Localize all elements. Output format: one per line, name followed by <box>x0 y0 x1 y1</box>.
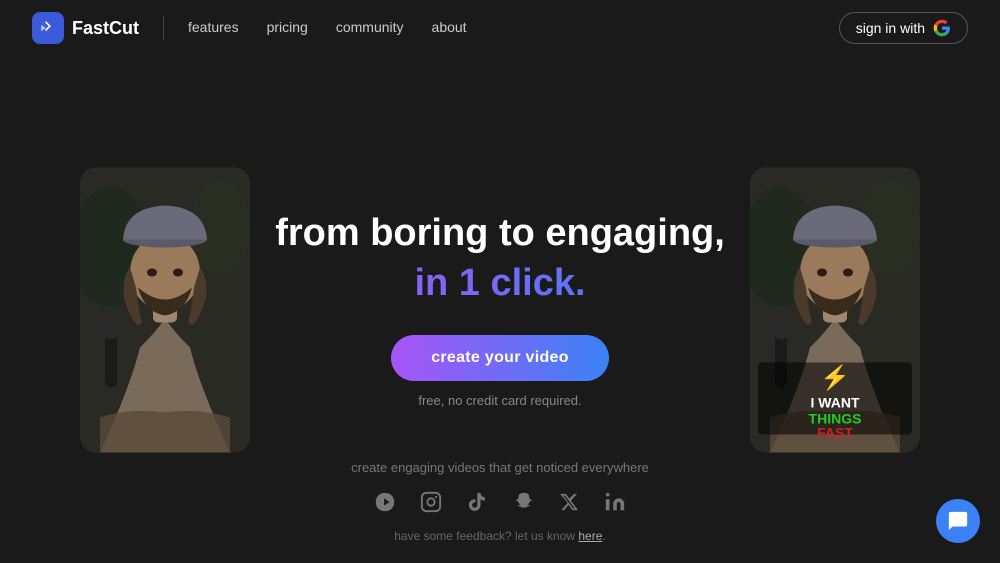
instagram-icon[interactable] <box>416 487 446 517</box>
logo-text: FastCut <box>72 18 139 39</box>
nav-pricing[interactable]: pricing <box>267 19 308 35</box>
left-video-graphic <box>80 167 250 452</box>
hero-headline: from boring to engaging, <box>275 211 725 257</box>
nav-links: features pricing community about <box>188 19 467 37</box>
nav-features[interactable]: features <box>188 19 239 35</box>
social-icons-row <box>0 487 1000 517</box>
create-video-button[interactable]: create your video <box>391 335 609 381</box>
free-label: free, no credit card required. <box>275 393 725 408</box>
chat-button[interactable] <box>936 499 980 543</box>
hero-center: from boring to engaging, in 1 click. cre… <box>275 211 725 407</box>
youtube-icon[interactable] <box>370 487 400 517</box>
feedback-link[interactable]: here <box>578 529 602 543</box>
chat-icon <box>947 510 969 532</box>
svg-text:I WANT: I WANT <box>811 394 860 410</box>
video-card-right: ⚡ I WANT THINGS FAST <box>750 167 920 452</box>
nav-divider <box>163 16 164 40</box>
navbar: FastCut features pricing community about… <box>0 0 1000 56</box>
linkedin-icon[interactable] <box>600 487 630 517</box>
x-twitter-icon[interactable] <box>554 487 584 517</box>
svg-text:FAST: FAST <box>817 424 853 440</box>
nav-about[interactable]: about <box>432 19 467 35</box>
google-icon <box>933 19 951 37</box>
sign-in-label: sign in with <box>856 20 925 36</box>
video-card-left <box>80 167 250 452</box>
nav-community[interactable]: community <box>336 19 404 35</box>
hero-subheadline: in 1 click. <box>275 261 725 307</box>
bottom-tagline: create engaging videos that get noticed … <box>0 460 1000 475</box>
logo[interactable]: FastCut <box>32 12 139 44</box>
tiktok-icon[interactable] <box>462 487 492 517</box>
bottom-section: create engaging videos that get noticed … <box>0 460 1000 543</box>
feedback-text: have some feedback? let us know here. <box>0 529 1000 543</box>
snapchat-icon[interactable] <box>508 487 538 517</box>
right-video-graphic: ⚡ I WANT THINGS FAST <box>750 167 920 452</box>
sign-in-button[interactable]: sign in with <box>839 12 968 44</box>
svg-text:⚡: ⚡ <box>820 363 850 391</box>
logo-icon <box>32 12 64 44</box>
